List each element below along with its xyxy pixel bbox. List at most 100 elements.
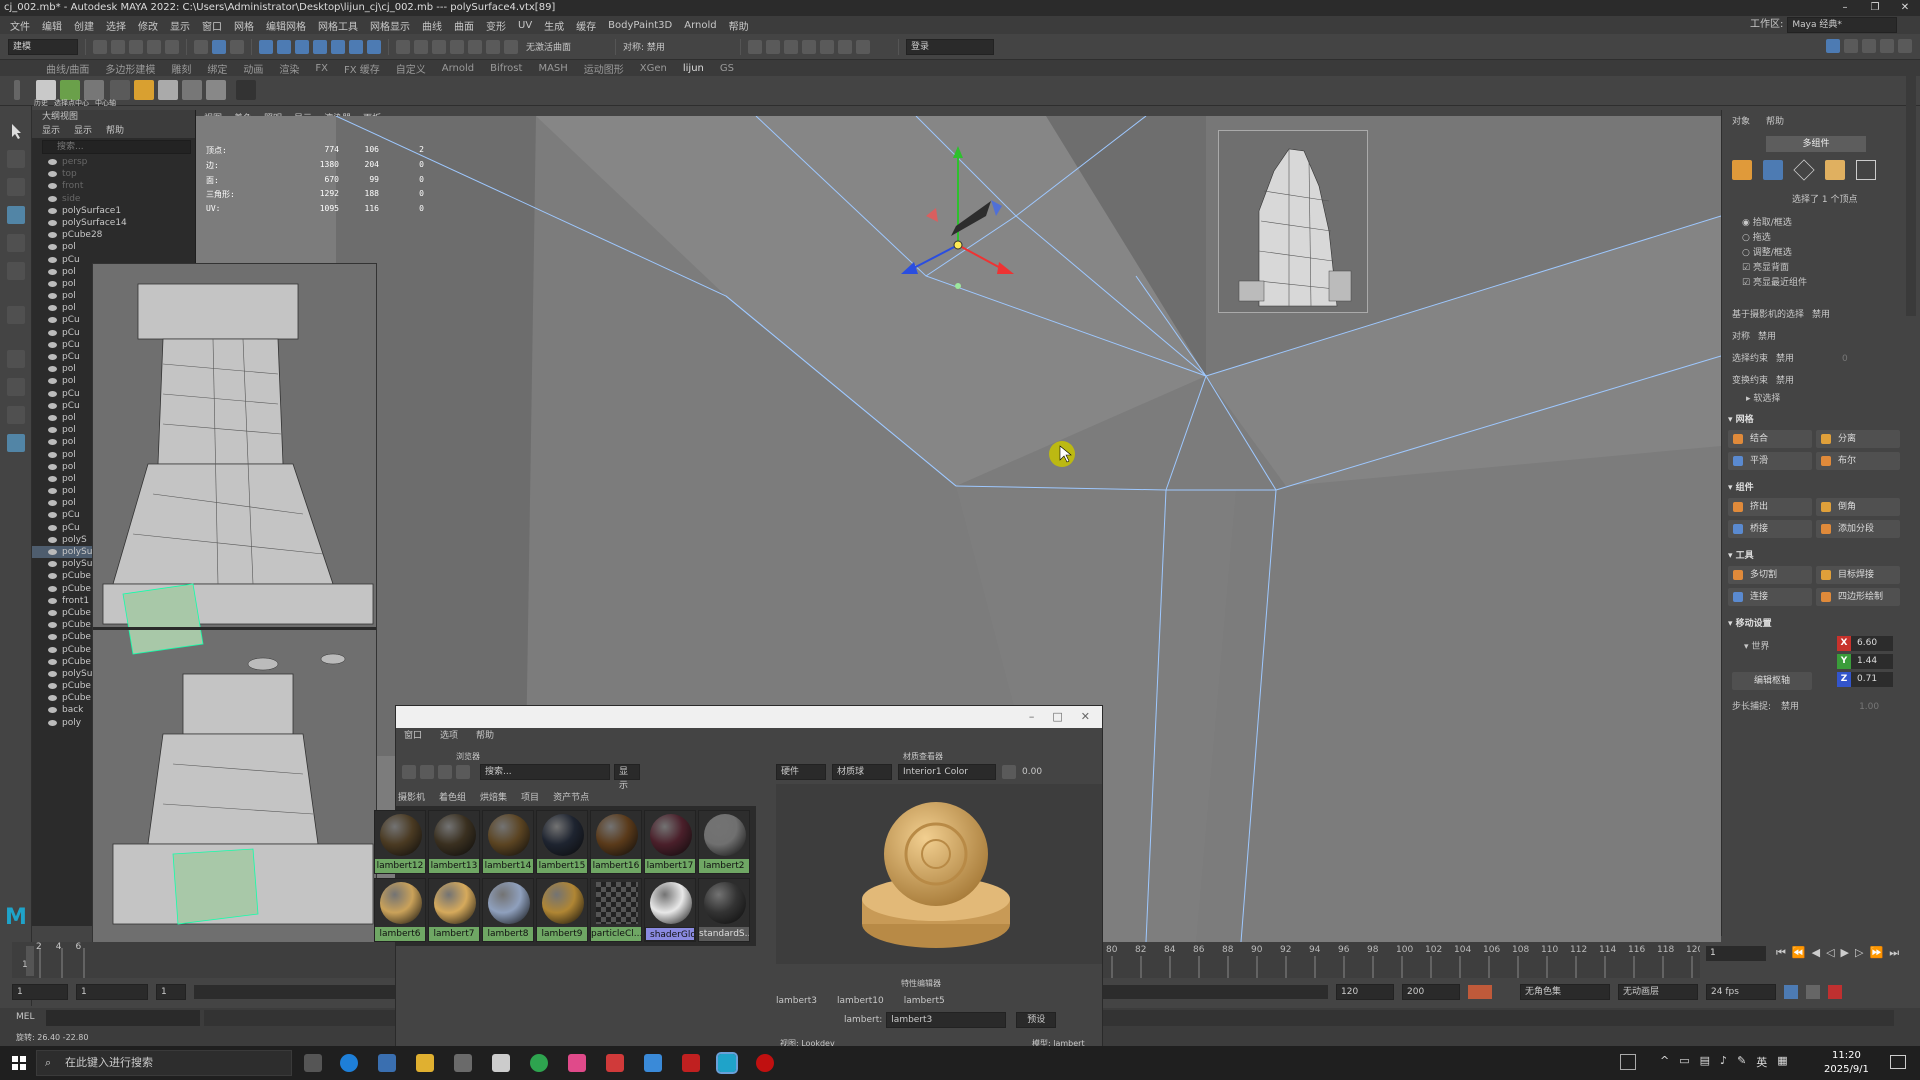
viewer-env-dropdown[interactable]: Interior1 Color (898, 764, 996, 780)
shelf-tab[interactable]: 渲染 (271, 61, 307, 76)
clock[interactable]: 11:20 2025/9/1 (1824, 1049, 1869, 1077)
shelf-tab[interactable]: Arnold (434, 63, 482, 74)
select-face-icon[interactable] (295, 39, 309, 54)
open-scene-icon[interactable] (111, 39, 125, 54)
menu-item[interactable]: 网格 (228, 18, 260, 33)
step-snap-dropdown[interactable]: 禁用 (1781, 700, 1799, 714)
browser-search-input[interactable]: 搜索... (480, 764, 610, 780)
browser-tool-icon[interactable] (420, 765, 434, 779)
menu-item[interactable]: 变形 (480, 18, 512, 33)
outliner-item[interactable]: front (32, 180, 195, 192)
app-icon[interactable] (568, 1054, 586, 1072)
menu-item[interactable]: 网格显示 (364, 18, 416, 33)
menu-item[interactable]: 帮助 (723, 18, 755, 33)
shelf-tab[interactable]: 自定义 (388, 61, 434, 76)
shelf-tab[interactable]: FX (307, 63, 336, 74)
rotate-tool-icon[interactable] (7, 234, 25, 252)
shelf-tab[interactable]: 雕刻 (163, 61, 199, 76)
close-button[interactable]: ✕ (1081, 710, 1090, 723)
menu-item[interactable]: 生成 (538, 18, 570, 33)
hypershade-menu-item[interactable]: 窗口 (404, 728, 422, 744)
snap-surface-icon[interactable] (486, 39, 500, 54)
browser-tab[interactable]: 资产节点 (553, 790, 589, 803)
loop-icon[interactable] (1784, 985, 1798, 999)
outliner-item[interactable]: pCube28 (32, 229, 195, 241)
selection-option[interactable]: ☑ 亮显最近组件 (1732, 276, 1910, 290)
toolkit-button[interactable]: 结合 (1728, 430, 1812, 448)
outliner-item[interactable]: pol (32, 241, 195, 253)
browser-tool-icon[interactable] (456, 765, 470, 779)
material-preview[interactable] (776, 784, 1102, 964)
selection-option[interactable]: ○ 调整/框选 (1732, 246, 1910, 260)
material-swatch[interactable]: particleCl... (590, 878, 642, 942)
toolkit-tab[interactable]: 帮助 (1766, 114, 1784, 127)
mesh-section[interactable]: ▾ 网格 (1728, 412, 1914, 428)
channel-box-icon[interactable] (1880, 39, 1894, 53)
hypershade-menu-item[interactable]: 选项 (440, 728, 458, 744)
file-explorer-icon[interactable] (416, 1054, 434, 1072)
key-settings-icon[interactable] (1828, 985, 1842, 999)
step-back-key-icon[interactable]: ⏪ (1792, 946, 1806, 960)
selection-option[interactable]: ◉ 拾取/框选 (1732, 216, 1910, 230)
notification-icon[interactable] (1890, 1055, 1906, 1069)
shelf-tab[interactable]: FX 缓存 (336, 61, 388, 76)
menu-set-dropdown[interactable]: 建模 (8, 38, 78, 55)
lock-icon[interactable] (396, 39, 410, 54)
reference-image-window[interactable] (92, 263, 377, 981)
app-icon[interactable] (378, 1054, 396, 1072)
outliner-menu-item[interactable]: 帮助 (106, 124, 124, 138)
new-scene-icon[interactable] (93, 39, 107, 54)
move-tool-icon[interactable] (7, 206, 25, 224)
uv-mode-icon[interactable] (1856, 160, 1876, 180)
viewer-shape-dropdown[interactable]: 材质球 (832, 764, 892, 780)
lasso-tool-icon[interactable] (7, 150, 25, 168)
material-swatch[interactable]: lambert14 (482, 810, 534, 874)
snap-curve-icon[interactable] (432, 39, 446, 54)
menu-item[interactable]: 网格工具 (312, 18, 364, 33)
maximize-button[interactable]: □ (1052, 710, 1062, 723)
material-swatch[interactable]: lambert8 (482, 878, 534, 942)
select-vertex-icon[interactable] (259, 39, 273, 54)
maya-taskbar-icon[interactable] (716, 1052, 738, 1074)
wps-icon[interactable] (682, 1054, 700, 1072)
outliner-item[interactable]: side (32, 193, 195, 205)
go-end-icon[interactable]: ⏭ (1889, 946, 1899, 960)
timeline-right[interactable]: 80 82 84 86 88 90 92 94 96 98 100 102 104 106 108 110 11… (1104, 942, 1703, 978)
browser-tool-icon[interactable] (402, 765, 416, 779)
battery-icon[interactable]: ▭ (1679, 1054, 1689, 1070)
mel-input[interactable] (46, 1010, 200, 1026)
close-button[interactable]: ✕ (1890, 0, 1920, 16)
toolkit-button[interactable]: 挤出 (1728, 498, 1812, 516)
chevron-up-icon[interactable]: ^ (1660, 1054, 1669, 1070)
volume-icon[interactable]: ♪ (1720, 1054, 1727, 1070)
material-swatch[interactable]: lambert6 (374, 878, 426, 942)
toolkit-button[interactable]: 连接 (1728, 588, 1812, 606)
edge-mode-icon[interactable] (1793, 159, 1815, 181)
shelf-tab[interactable]: lijun (675, 63, 712, 74)
shelf-tab[interactable]: Bifrost (482, 63, 530, 74)
sound-icon[interactable] (1806, 985, 1820, 999)
soft-select-section[interactable]: ▸ 软选择 (1732, 392, 1910, 406)
step-forward-key-icon[interactable]: ⏩ (1869, 946, 1883, 960)
app-icon[interactable] (606, 1054, 624, 1072)
four-view-icon[interactable] (7, 378, 25, 396)
browser-tab[interactable]: 着色组 (439, 790, 466, 803)
outliner-item[interactable]: persp (32, 156, 195, 168)
menu-item[interactable]: 修改 (132, 18, 164, 33)
menu-item[interactable]: 显示 (164, 18, 196, 33)
option-dropdown[interactable]: 禁用 (1776, 352, 1794, 366)
recording-icon[interactable] (756, 1054, 774, 1072)
menu-item[interactable]: 编辑 (36, 18, 68, 33)
outliner-menu-item[interactable]: 显示 (42, 124, 60, 138)
save-scene-icon[interactable] (129, 39, 143, 54)
toolkit-button[interactable]: 多切割 (1728, 566, 1812, 584)
viewer-exposure-value[interactable]: 0.00 (1022, 767, 1042, 777)
browser-tab[interactable]: 项目 (521, 790, 539, 803)
toolkit-button[interactable]: 倒角 (1816, 498, 1900, 516)
start-icon[interactable] (12, 1056, 26, 1070)
edge-browser-icon[interactable] (340, 1054, 358, 1072)
preset-button[interactable]: 预设 (1016, 1012, 1057, 1028)
option-dropdown[interactable]: 禁用 (1758, 330, 1776, 344)
selection-option[interactable]: ○ 拖选 (1732, 231, 1910, 245)
center-select-shelf-icon[interactable] (60, 80, 80, 100)
